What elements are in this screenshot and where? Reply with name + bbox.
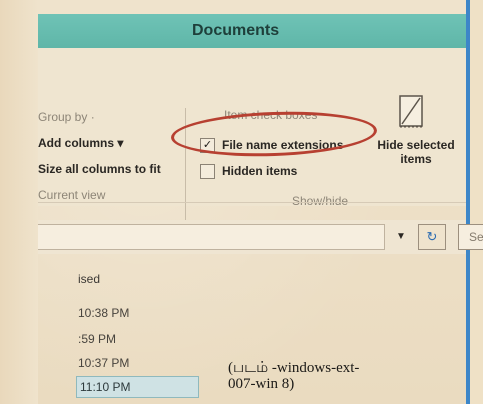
caption-line-1: (படம் -windows-ext- xyxy=(228,360,360,376)
show-hide-group-label: Show/hide xyxy=(292,194,349,208)
size-all-columns-button[interactable]: Size all columns to fit xyxy=(38,162,161,176)
title-bar: Documents xyxy=(38,14,466,48)
list-item-selected[interactable]: 11:10 PM xyxy=(76,376,199,398)
explorer-window: Documents Group by · Add columns ▾ Size … xyxy=(38,14,483,404)
refresh-icon[interactable]: ↻ xyxy=(418,224,446,250)
window-border xyxy=(466,0,470,404)
chevron-down-icon[interactable]: ▼ xyxy=(396,231,406,242)
list-item[interactable]: :59 PM xyxy=(78,332,116,346)
hidden-items-checkbox[interactable] xyxy=(200,164,215,179)
figure-caption: (படம் -windows-ext- 007-win 8) xyxy=(228,360,359,392)
group-by-button[interactable]: Group by · xyxy=(38,110,95,124)
address-bar: ▼ ↻ Sea xyxy=(38,220,483,254)
ribbon-bottom-divider xyxy=(38,202,466,203)
list-item[interactable]: 10:38 PM xyxy=(78,306,129,320)
caption-line-2: 007-win 8) xyxy=(228,376,295,392)
list-item[interactable]: 10:37 PM xyxy=(78,356,129,370)
add-columns-button[interactable]: Add columns ▾ xyxy=(38,136,123,150)
hidden-items-label[interactable]: Hidden items xyxy=(222,164,297,178)
left-margin xyxy=(0,0,38,404)
hide-selected-items-button[interactable]: Hide selected items xyxy=(368,138,464,166)
top-margin xyxy=(0,0,483,14)
date-modified-column-header[interactable]: ised xyxy=(78,272,100,286)
search-input[interactable]: Sea xyxy=(458,224,483,250)
address-field[interactable] xyxy=(38,224,385,250)
current-view-group-label: Current view xyxy=(38,188,106,202)
hide-selected-items-icon[interactable] xyxy=(398,94,424,130)
window-title: Documents xyxy=(192,22,280,39)
